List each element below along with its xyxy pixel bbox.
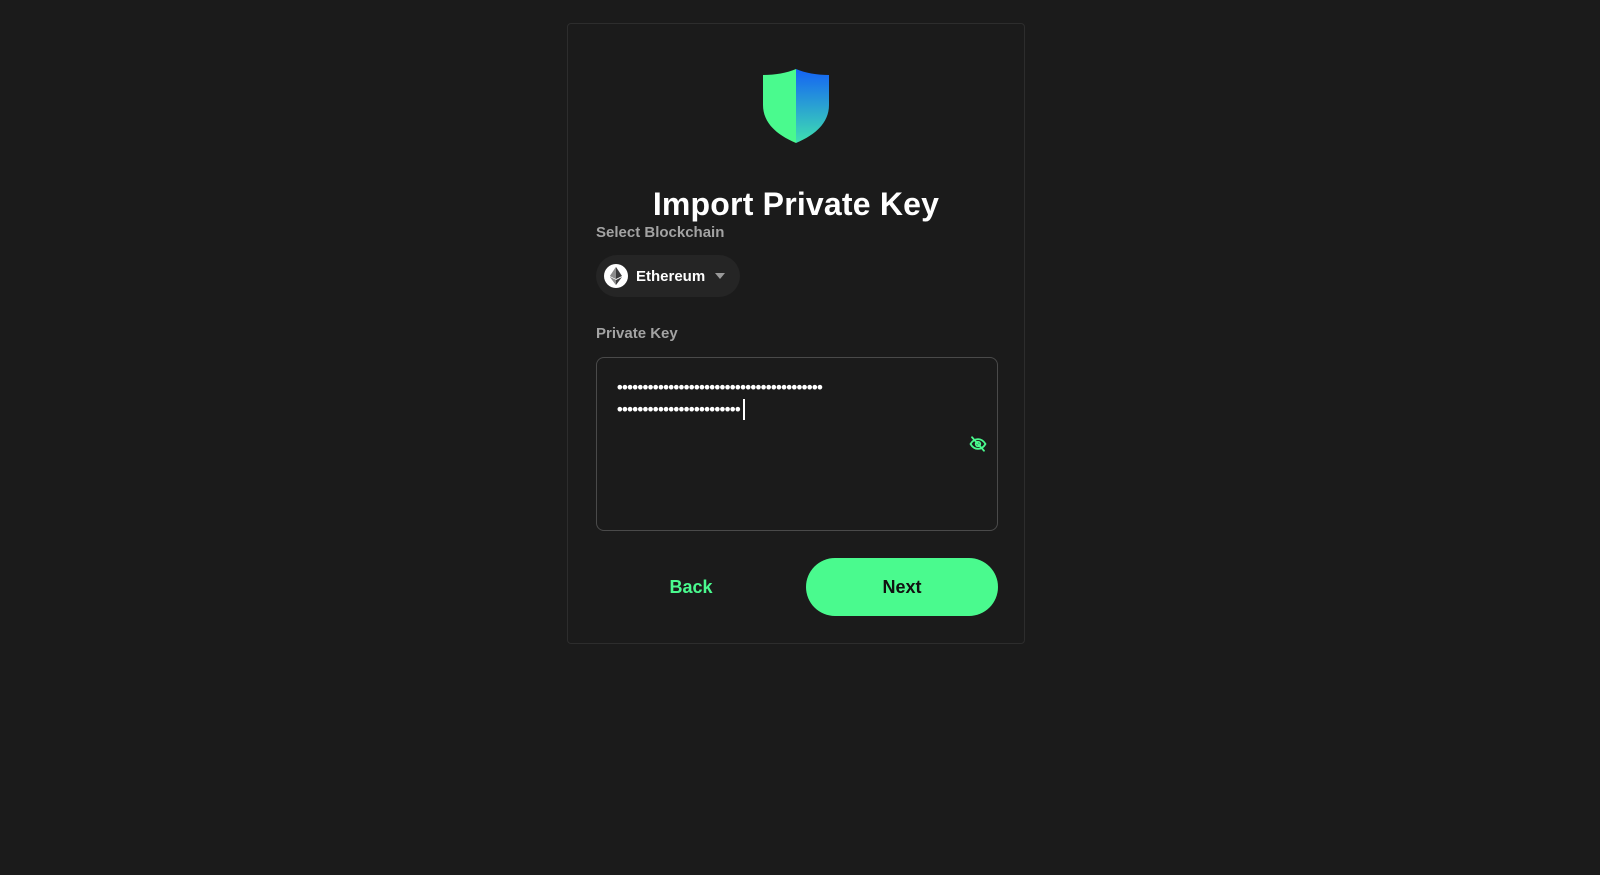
next-button[interactable]: Next — [806, 558, 998, 616]
ethereum-icon — [604, 264, 628, 288]
shield-logo-icon — [763, 69, 829, 143]
eye-off-icon[interactable] — [967, 433, 989, 455]
chevron-down-icon — [714, 270, 726, 282]
select-blockchain-label: Select Blockchain — [596, 224, 725, 241]
masked-key-line: •••••••••••••••••••••••• — [615, 399, 945, 421]
private-key-label: Private Key — [596, 325, 678, 342]
private-key-input[interactable]: ••••••••••••••••••••••••••••••••••••••••… — [596, 357, 998, 531]
private-key-value[interactable]: ••••••••••••••••••••••••••••••••••••••••… — [615, 377, 945, 421]
text-cursor — [743, 399, 746, 420]
masked-key-line: •••••••••••••••••••••••••••••••••••••••• — [615, 378, 825, 397]
masked-key-text: •••••••••••••••••••••••• — [615, 400, 743, 419]
blockchain-select[interactable]: Ethereum — [596, 255, 741, 297]
import-key-card: Import Private Key Select Blockchain Eth… — [567, 23, 1025, 644]
page-title: Import Private Key — [652, 186, 940, 222]
selected-blockchain: Ethereum — [636, 267, 706, 285]
back-button[interactable]: Back — [596, 558, 786, 616]
